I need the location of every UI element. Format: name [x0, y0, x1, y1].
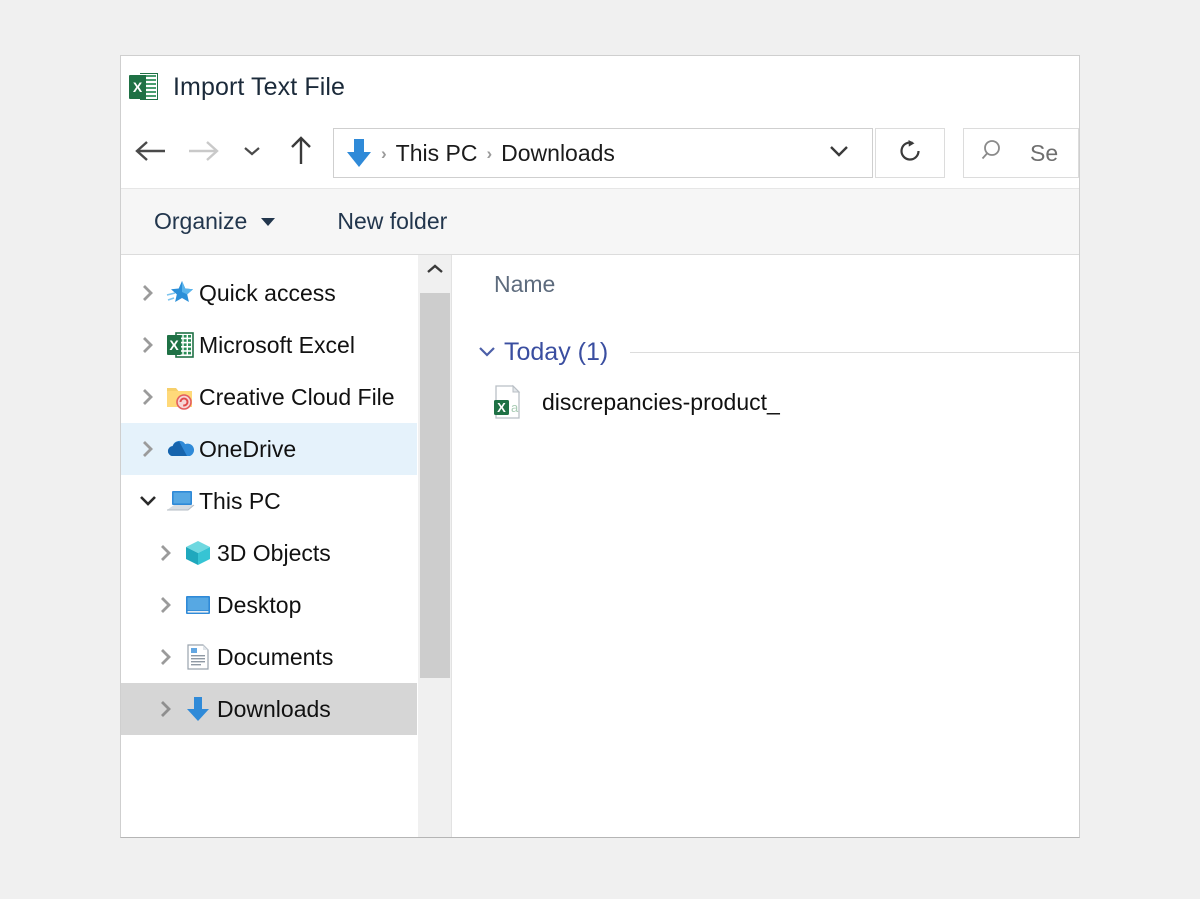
sidebar-item-label: 3D Objects — [217, 539, 331, 566]
scroll-up-button[interactable] — [418, 255, 451, 287]
refresh-button[interactable] — [875, 128, 945, 178]
sidebar-item-label: Downloads — [217, 695, 331, 722]
creative-cloud-folder-icon — [165, 382, 195, 412]
sidebar-item-onedrive[interactable]: OneDrive — [121, 423, 451, 475]
file-group-title: Today (1) — [504, 337, 609, 366]
quick-access-star-icon — [165, 278, 195, 308]
search-box[interactable]: Se — [963, 128, 1079, 178]
documents-icon — [183, 642, 213, 672]
breadcrumb-downloads[interactable]: Downloads — [501, 140, 615, 167]
sidebar-item-label: OneDrive — [199, 435, 297, 462]
sidebar-item-label: Quick access — [199, 279, 336, 306]
chevron-right-icon[interactable] — [131, 282, 165, 304]
sidebar-item-desktop[interactable]: Desktop — [121, 579, 451, 631]
breadcrumb-separator: › — [486, 143, 493, 163]
column-header-row: Name — [452, 255, 1079, 315]
navigation-bar: › This PC › Downloads Se — [121, 118, 1079, 188]
dialog-titlebar: X Import Text File — [121, 56, 1079, 118]
up-button[interactable] — [275, 129, 327, 177]
sidebar-item-label: This PC — [199, 487, 281, 514]
search-placeholder: Se — [1030, 139, 1059, 166]
address-dropdown-button[interactable] — [816, 143, 868, 164]
address-bar[interactable]: › This PC › Downloads — [333, 128, 873, 178]
file-name: discrepancies-product_ — [542, 388, 780, 415]
back-button[interactable] — [125, 129, 177, 177]
forward-button[interactable] — [177, 129, 229, 177]
page-title: Import Text File — [173, 72, 346, 101]
svg-text:X: X — [169, 337, 179, 353]
breadcrumb-this-pc[interactable]: This PC — [396, 140, 478, 167]
new-folder-button[interactable]: New folder — [337, 208, 447, 235]
sidebar-item-this-pc[interactable]: This PC — [121, 475, 451, 527]
excel-icon: X — [129, 72, 159, 102]
import-text-file-dialog: X Import Text File › This PC › Downloads… — [120, 55, 1080, 838]
refresh-icon — [896, 137, 924, 170]
chevron-down-icon — [242, 144, 262, 163]
sidebar-scrollbar[interactable] — [417, 255, 451, 837]
chevron-right-icon[interactable] — [131, 386, 165, 408]
arrow-left-icon — [134, 138, 168, 169]
dialog-content: Quick access X Microsoft Excel Creative … — [121, 255, 1079, 837]
svg-text:X: X — [497, 400, 506, 415]
sidebar-item-label: Microsoft Excel — [199, 331, 355, 358]
chevron-right-icon[interactable] — [149, 594, 183, 616]
chevron-down-icon[interactable] — [472, 344, 502, 360]
chevron-up-icon — [425, 262, 445, 281]
recent-locations-button[interactable] — [229, 129, 275, 177]
downloads-arrow-icon — [346, 139, 372, 167]
arrow-right-icon — [186, 138, 220, 169]
file-group-header[interactable]: Today (1) — [452, 329, 1079, 375]
folder-tree: Quick access X Microsoft Excel Creative … — [121, 255, 451, 735]
desktop-icon — [183, 590, 213, 620]
this-pc-icon — [165, 486, 195, 516]
sidebar-item-quick-access[interactable]: Quick access — [121, 267, 451, 319]
csv-file-icon: a X — [492, 384, 524, 420]
excel-icon: X — [165, 330, 195, 360]
search-icon — [980, 137, 1008, 170]
onedrive-cloud-icon — [165, 434, 195, 464]
3d-objects-icon — [183, 538, 213, 568]
navigation-sidebar: Quick access X Microsoft Excel Creative … — [121, 255, 451, 837]
sidebar-item-3d-objects[interactable]: 3D Objects — [121, 527, 451, 579]
sidebar-item-microsoft-excel[interactable]: X Microsoft Excel — [121, 319, 451, 371]
chevron-right-icon[interactable] — [149, 542, 183, 564]
sidebar-item-downloads[interactable]: Downloads — [121, 683, 451, 735]
sidebar-item-label: Creative Cloud File — [199, 383, 395, 410]
svg-text:a: a — [511, 400, 519, 415]
column-header-name[interactable]: Name — [494, 271, 555, 298]
downloads-arrow-icon — [183, 694, 213, 724]
command-bar: Organize New folder — [121, 188, 1079, 255]
organize-button[interactable]: Organize — [154, 208, 276, 235]
organize-label: Organize — [154, 208, 248, 234]
sidebar-item-label: Documents — [217, 643, 334, 670]
sidebar-item-label: Desktop — [217, 591, 302, 618]
chevron-right-icon[interactable] — [149, 646, 183, 668]
chevron-down-icon[interactable] — [131, 492, 165, 510]
chevron-right-icon[interactable] — [131, 334, 165, 356]
chevron-right-icon[interactable] — [149, 698, 183, 720]
file-list-pane: Name Today (1) a X discrepancies-product… — [452, 255, 1079, 837]
sidebar-item-documents[interactable]: Documents — [121, 631, 451, 683]
group-divider-line — [630, 351, 1079, 353]
new-folder-label: New folder — [337, 208, 448, 234]
breadcrumb-separator: › — [381, 143, 387, 163]
arrow-up-icon — [288, 135, 314, 172]
file-list-item[interactable]: a X discrepancies-product_ — [452, 375, 1079, 429]
scrollbar-thumb[interactable] — [420, 293, 450, 678]
caret-down-icon — [261, 217, 276, 226]
sidebar-item-creative-cloud-files[interactable]: Creative Cloud File — [121, 371, 451, 423]
chevron-right-icon[interactable] — [131, 438, 165, 460]
